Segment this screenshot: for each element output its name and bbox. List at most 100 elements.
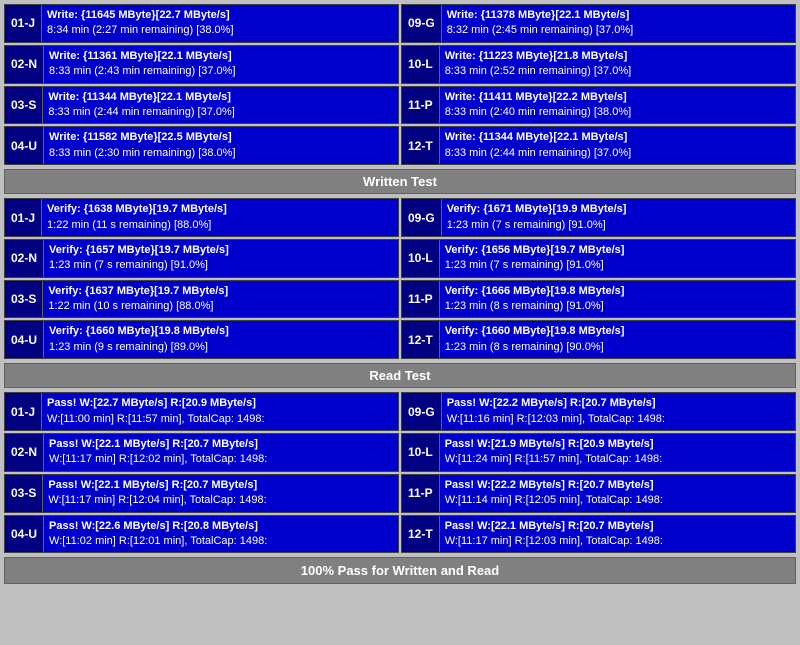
device-info: Verify: {1660 MByte}[19.8 MByte/s]1:23 m… [44, 321, 398, 358]
device-cell: 10-LVerify: {1656 MByte}[19.7 MByte/s]1:… [401, 239, 796, 278]
device-cell: 03-SVerify: {1637 MByte}[19.7 MByte/s]1:… [4, 280, 399, 319]
device-id: 04-U [5, 127, 44, 164]
device-info: Verify: {1657 MByte}[19.7 MByte/s]1:23 m… [44, 240, 398, 277]
device-line1: Pass! W:[22.1 MByte/s] R:[20.7 MByte/s] [48, 478, 393, 493]
read-grid: 01-JPass! W:[22.7 MByte/s] R:[20.9 MByte… [4, 392, 796, 553]
device-info: Write: {11645 MByte}[22.7 MByte/s]8:34 m… [42, 5, 398, 42]
device-cell: 03-SPass! W:[22.1 MByte/s] R:[20.7 MByte… [4, 474, 399, 513]
device-id: 04-U [5, 516, 44, 553]
device-line1: Write: {11645 MByte}[22.7 MByte/s] [47, 8, 393, 23]
device-info: Verify: {1638 MByte}[19.7 MByte/s]1:22 m… [42, 199, 398, 236]
device-id: 01-J [5, 199, 42, 236]
device-id: 01-J [5, 5, 42, 42]
device-id: 09-G [402, 5, 442, 42]
device-line1: Pass! W:[22.1 MByte/s] R:[20.7 MByte/s] [49, 437, 393, 452]
device-line2: W:[11:17 min] R:[12:02 min], TotalCap: 1… [49, 452, 393, 467]
device-line2: 8:33 min (2:43 min remaining) [37.0%] [49, 64, 393, 79]
main-container: 01-JWrite: {11645 MByte}[22.7 MByte/s]8:… [0, 0, 800, 588]
device-id: 03-S [5, 475, 43, 512]
device-line1: Verify: {1657 MByte}[19.7 MByte/s] [49, 243, 393, 258]
device-cell: 11-PPass! W:[22.2 MByte/s] R:[20.7 MByte… [401, 474, 796, 513]
device-id: 11-P [402, 475, 440, 512]
device-line1: Pass! W:[21.9 MByte/s] R:[20.9 MByte/s] [445, 437, 790, 452]
device-id: 12-T [402, 516, 440, 553]
device-cell: 02-NVerify: {1657 MByte}[19.7 MByte/s]1:… [4, 239, 399, 278]
device-info: Write: {11411 MByte}[22.2 MByte/s]8:33 m… [440, 87, 795, 124]
device-line1: Write: {11361 MByte}[22.1 MByte/s] [49, 49, 393, 64]
device-line2: 8:33 min (2:52 min remaining) [37.0%] [445, 64, 790, 79]
write-section: 01-JWrite: {11645 MByte}[22.7 MByte/s]8:… [4, 4, 796, 165]
device-info: Verify: {1671 MByte}[19.9 MByte/s]1:23 m… [442, 199, 795, 236]
device-info: Verify: {1660 MByte}[19.8 MByte/s]1:23 m… [440, 321, 795, 358]
read-test-header: Read Test [4, 363, 796, 388]
device-line2: 8:33 min (2:44 min remaining) [37.0%] [445, 146, 790, 161]
device-cell: 11-PVerify: {1666 MByte}[19.8 MByte/s]1:… [401, 280, 796, 319]
device-line1: Pass! W:[22.2 MByte/s] R:[20.7 MByte/s] [445, 478, 790, 493]
device-info: Pass! W:[22.2 MByte/s] R:[20.7 MByte/s] … [440, 475, 795, 512]
verify-section: 01-JVerify: {1638 MByte}[19.7 MByte/s]1:… [4, 198, 796, 359]
device-cell: 10-LPass! W:[21.9 MByte/s] R:[20.9 MByte… [401, 433, 796, 472]
device-id: 02-N [5, 46, 44, 83]
device-line2: 1:23 min (9 s remaining) [89.0%] [49, 340, 393, 355]
device-id: 10-L [402, 434, 440, 471]
device-cell: 02-NPass! W:[22.1 MByte/s] R:[20.7 MByte… [4, 433, 399, 472]
device-id: 03-S [5, 87, 43, 124]
device-id: 12-T [402, 127, 440, 164]
device-line1: Pass! W:[22.6 MByte/s] R:[20.8 MByte/s] [49, 519, 393, 534]
device-line2: W:[11:24 min] R:[11:57 min], TotalCap: 1… [445, 452, 790, 467]
device-line2: W:[11:17 min] R:[12:03 min], TotalCap: 1… [445, 534, 790, 549]
device-line1: Verify: {1656 MByte}[19.7 MByte/s] [445, 243, 790, 258]
device-id: 09-G [402, 199, 442, 236]
device-cell: 09-GWrite: {11378 MByte}[22.1 MByte/s]8:… [401, 4, 796, 43]
device-line1: Verify: {1637 MByte}[19.7 MByte/s] [48, 284, 393, 299]
device-id: 01-J [5, 393, 42, 430]
device-cell: 12-TWrite: {11344 MByte}[22.1 MByte/s]8:… [401, 126, 796, 165]
device-line1: Verify: {1671 MByte}[19.9 MByte/s] [447, 202, 790, 217]
device-info: Write: {11361 MByte}[22.1 MByte/s]8:33 m… [44, 46, 398, 83]
written-test-header: Written Test [4, 169, 796, 194]
device-info: Pass! W:[21.9 MByte/s] R:[20.9 MByte/s] … [440, 434, 795, 471]
device-cell: 01-JPass! W:[22.7 MByte/s] R:[20.9 MByte… [4, 392, 399, 431]
device-line1: Verify: {1666 MByte}[19.8 MByte/s] [445, 284, 790, 299]
device-info: Pass! W:[22.1 MByte/s] R:[20.7 MByte/s] … [44, 434, 398, 471]
device-line2: 1:23 min (7 s remaining) [91.0%] [49, 258, 393, 273]
device-info: Write: {11582 MByte}[22.5 MByte/s]8:33 m… [44, 127, 398, 164]
device-line2: W:[11:02 min] R:[12:01 min], TotalCap: 1… [49, 534, 393, 549]
device-cell: 09-GPass! W:[22.2 MByte/s] R:[20.7 MByte… [401, 392, 796, 431]
device-cell: 12-TVerify: {1660 MByte}[19.8 MByte/s]1:… [401, 320, 796, 359]
device-line2: 1:23 min (7 s remaining) [91.0%] [445, 258, 790, 273]
device-info: Verify: {1656 MByte}[19.7 MByte/s]1:23 m… [440, 240, 795, 277]
device-info: Pass! W:[22.1 MByte/s] R:[20.7 MByte/s] … [440, 516, 795, 553]
device-cell: 12-TPass! W:[22.1 MByte/s] R:[20.7 MByte… [401, 515, 796, 554]
device-id: 11-P [402, 281, 440, 318]
device-line2: W:[11:17 min] R:[12:04 min], TotalCap: 1… [48, 493, 393, 508]
verify-grid: 01-JVerify: {1638 MByte}[19.7 MByte/s]1:… [4, 198, 796, 359]
read-section: 01-JPass! W:[22.7 MByte/s] R:[20.9 MByte… [4, 392, 796, 553]
device-info: Verify: {1637 MByte}[19.7 MByte/s]1:22 m… [43, 281, 398, 318]
device-cell: 10-LWrite: {11223 MByte}[21.8 MByte/s]8:… [401, 45, 796, 84]
write-grid: 01-JWrite: {11645 MByte}[22.7 MByte/s]8:… [4, 4, 796, 165]
footer-bar: 100% Pass for Written and Read [4, 557, 796, 584]
device-line2: 8:33 min (2:44 min remaining) [37.0%] [48, 105, 393, 120]
device-info: Pass! W:[22.2 MByte/s] R:[20.7 MByte/s] … [442, 393, 795, 430]
device-id: 02-N [5, 240, 44, 277]
device-info: Pass! W:[22.7 MByte/s] R:[20.9 MByte/s] … [42, 393, 398, 430]
device-line2: 1:23 min (7 s remaining) [91.0%] [447, 218, 790, 233]
device-line1: Write: {11582 MByte}[22.5 MByte/s] [49, 130, 393, 145]
device-cell: 01-JWrite: {11645 MByte}[22.7 MByte/s]8:… [4, 4, 399, 43]
device-info: Pass! W:[22.1 MByte/s] R:[20.7 MByte/s] … [43, 475, 398, 512]
device-line2: W:[11:16 min] R:[12:03 min], TotalCap: 1… [447, 412, 790, 427]
device-line1: Pass! W:[22.2 MByte/s] R:[20.7 MByte/s] [447, 396, 790, 411]
device-cell: 04-UVerify: {1660 MByte}[19.8 MByte/s]1:… [4, 320, 399, 359]
device-line2: W:[11:00 min] R:[11:57 min], TotalCap: 1… [47, 412, 393, 427]
device-line2: 1:22 min (11 s remaining) [88.0%] [47, 218, 393, 233]
device-line1: Write: {11344 MByte}[22.1 MByte/s] [48, 90, 393, 105]
device-info: Write: {11378 MByte}[22.1 MByte/s]8:32 m… [442, 5, 795, 42]
device-id: 09-G [402, 393, 442, 430]
device-line2: W:[11:14 min] R:[12:05 min], TotalCap: 1… [445, 493, 790, 508]
device-line2: 8:33 min (2:40 min remaining) [38.0%] [445, 105, 790, 120]
device-line1: Verify: {1660 MByte}[19.8 MByte/s] [445, 324, 790, 339]
device-info: Write: {11223 MByte}[21.8 MByte/s]8:33 m… [440, 46, 795, 83]
device-line1: Verify: {1638 MByte}[19.7 MByte/s] [47, 202, 393, 217]
device-cell: 02-NWrite: {11361 MByte}[22.1 MByte/s]8:… [4, 45, 399, 84]
